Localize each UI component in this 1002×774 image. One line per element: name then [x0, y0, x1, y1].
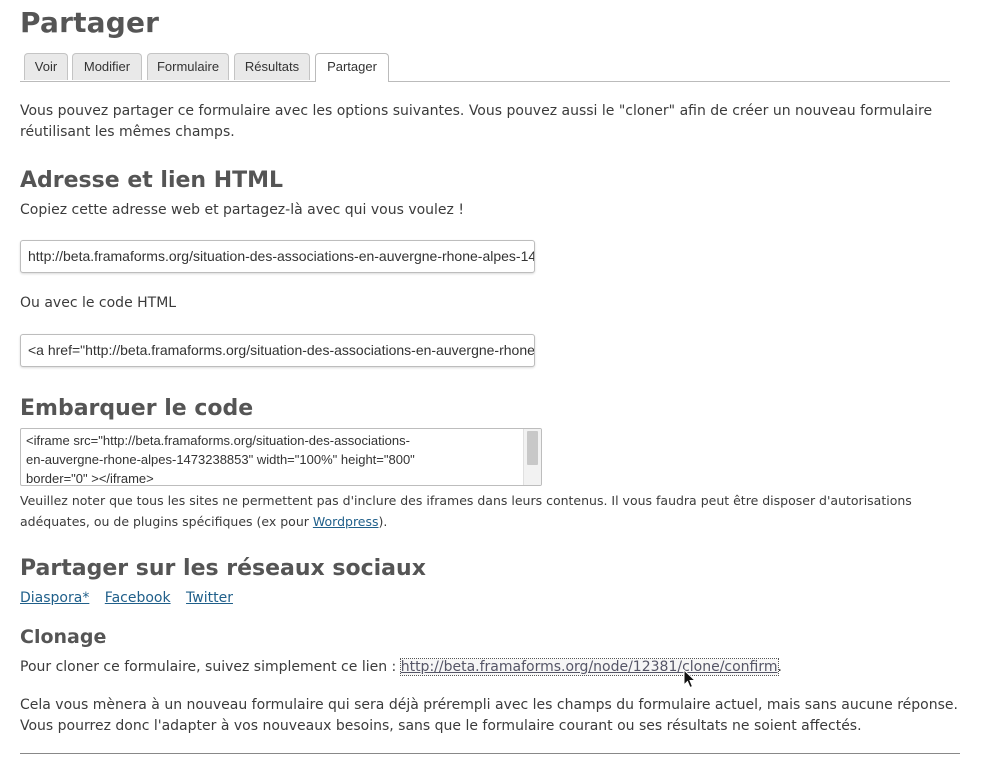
html-code-field[interactable]: <a href="http://beta.framaforms.org/situ…: [20, 334, 535, 367]
clone-description: Cela vous mènera à un nouveau formulaire…: [20, 697, 958, 734]
intro-text: Vous pouvez partager ce formulaire avec …: [20, 103, 933, 140]
tab-modifier[interactable]: Modifier: [72, 53, 142, 80]
bottom-divider: [20, 753, 960, 754]
address-heading: Adresse et lien HTML: [20, 168, 284, 193]
tab-partager[interactable]: Partager: [315, 53, 389, 82]
iframe-note: Veuillez noter que tous les sites ne per…: [20, 490, 960, 532]
facebook-link[interactable]: Facebook: [105, 590, 171, 606]
tab-resultats[interactable]: Résultats: [234, 53, 310, 80]
embed-code-line: border="0" ></iframe>: [26, 471, 154, 486]
wordpress-link[interactable]: Wordpress: [313, 514, 379, 529]
embed-code-line: <iframe src="http://beta.framaforms.org/…: [26, 433, 410, 448]
clone-heading: Clonage: [20, 626, 107, 648]
clone-link[interactable]: http://beta.framaforms.org/node/12381/cl…: [399, 658, 779, 676]
clone-text: Pour cloner ce formulaire, suivez simple…: [20, 659, 401, 675]
html-code-label: Ou avec le code HTML: [20, 295, 177, 311]
iframe-note-text: Veuillez noter que tous les sites ne per…: [20, 493, 912, 529]
tab-formulaire[interactable]: Formulaire: [147, 53, 229, 80]
embed-scroll-thumb[interactable]: [527, 431, 538, 465]
iframe-note-end: ).: [378, 514, 388, 529]
share-url-field[interactable]: http://beta.framaforms.org/situation-des…: [20, 240, 535, 273]
mouse-pointer-icon: [683, 669, 697, 689]
social-heading: Partager sur les réseaux sociaux: [20, 556, 426, 581]
tab-voir[interactable]: Voir: [24, 53, 68, 80]
address-instruction: Copiez cette adresse web et partagez-là …: [20, 202, 464, 218]
clone-text-end: .: [777, 659, 782, 675]
social-links: Diaspora* Facebook Twitter: [20, 588, 244, 608]
embed-code-text: <iframe src="http://beta.framaforms.org/…: [26, 431, 521, 486]
embed-scrollbar[interactable]: [523, 429, 541, 485]
diaspora-link[interactable]: Diaspora*: [20, 590, 89, 606]
page-title: Partager: [20, 6, 160, 39]
twitter-link[interactable]: Twitter: [186, 590, 233, 606]
embed-code-line: en-auvergne-rhone-alpes-1473238853" widt…: [26, 452, 415, 467]
clone-instruction: Pour cloner ce formulaire, suivez simple…: [20, 657, 782, 678]
embed-heading: Embarquer le code: [20, 396, 254, 421]
embed-code-textarea[interactable]: <iframe src="http://beta.framaforms.org/…: [20, 428, 542, 486]
tab-bar: Voir Modifier Formulaire Résultats Parta…: [20, 53, 950, 82]
